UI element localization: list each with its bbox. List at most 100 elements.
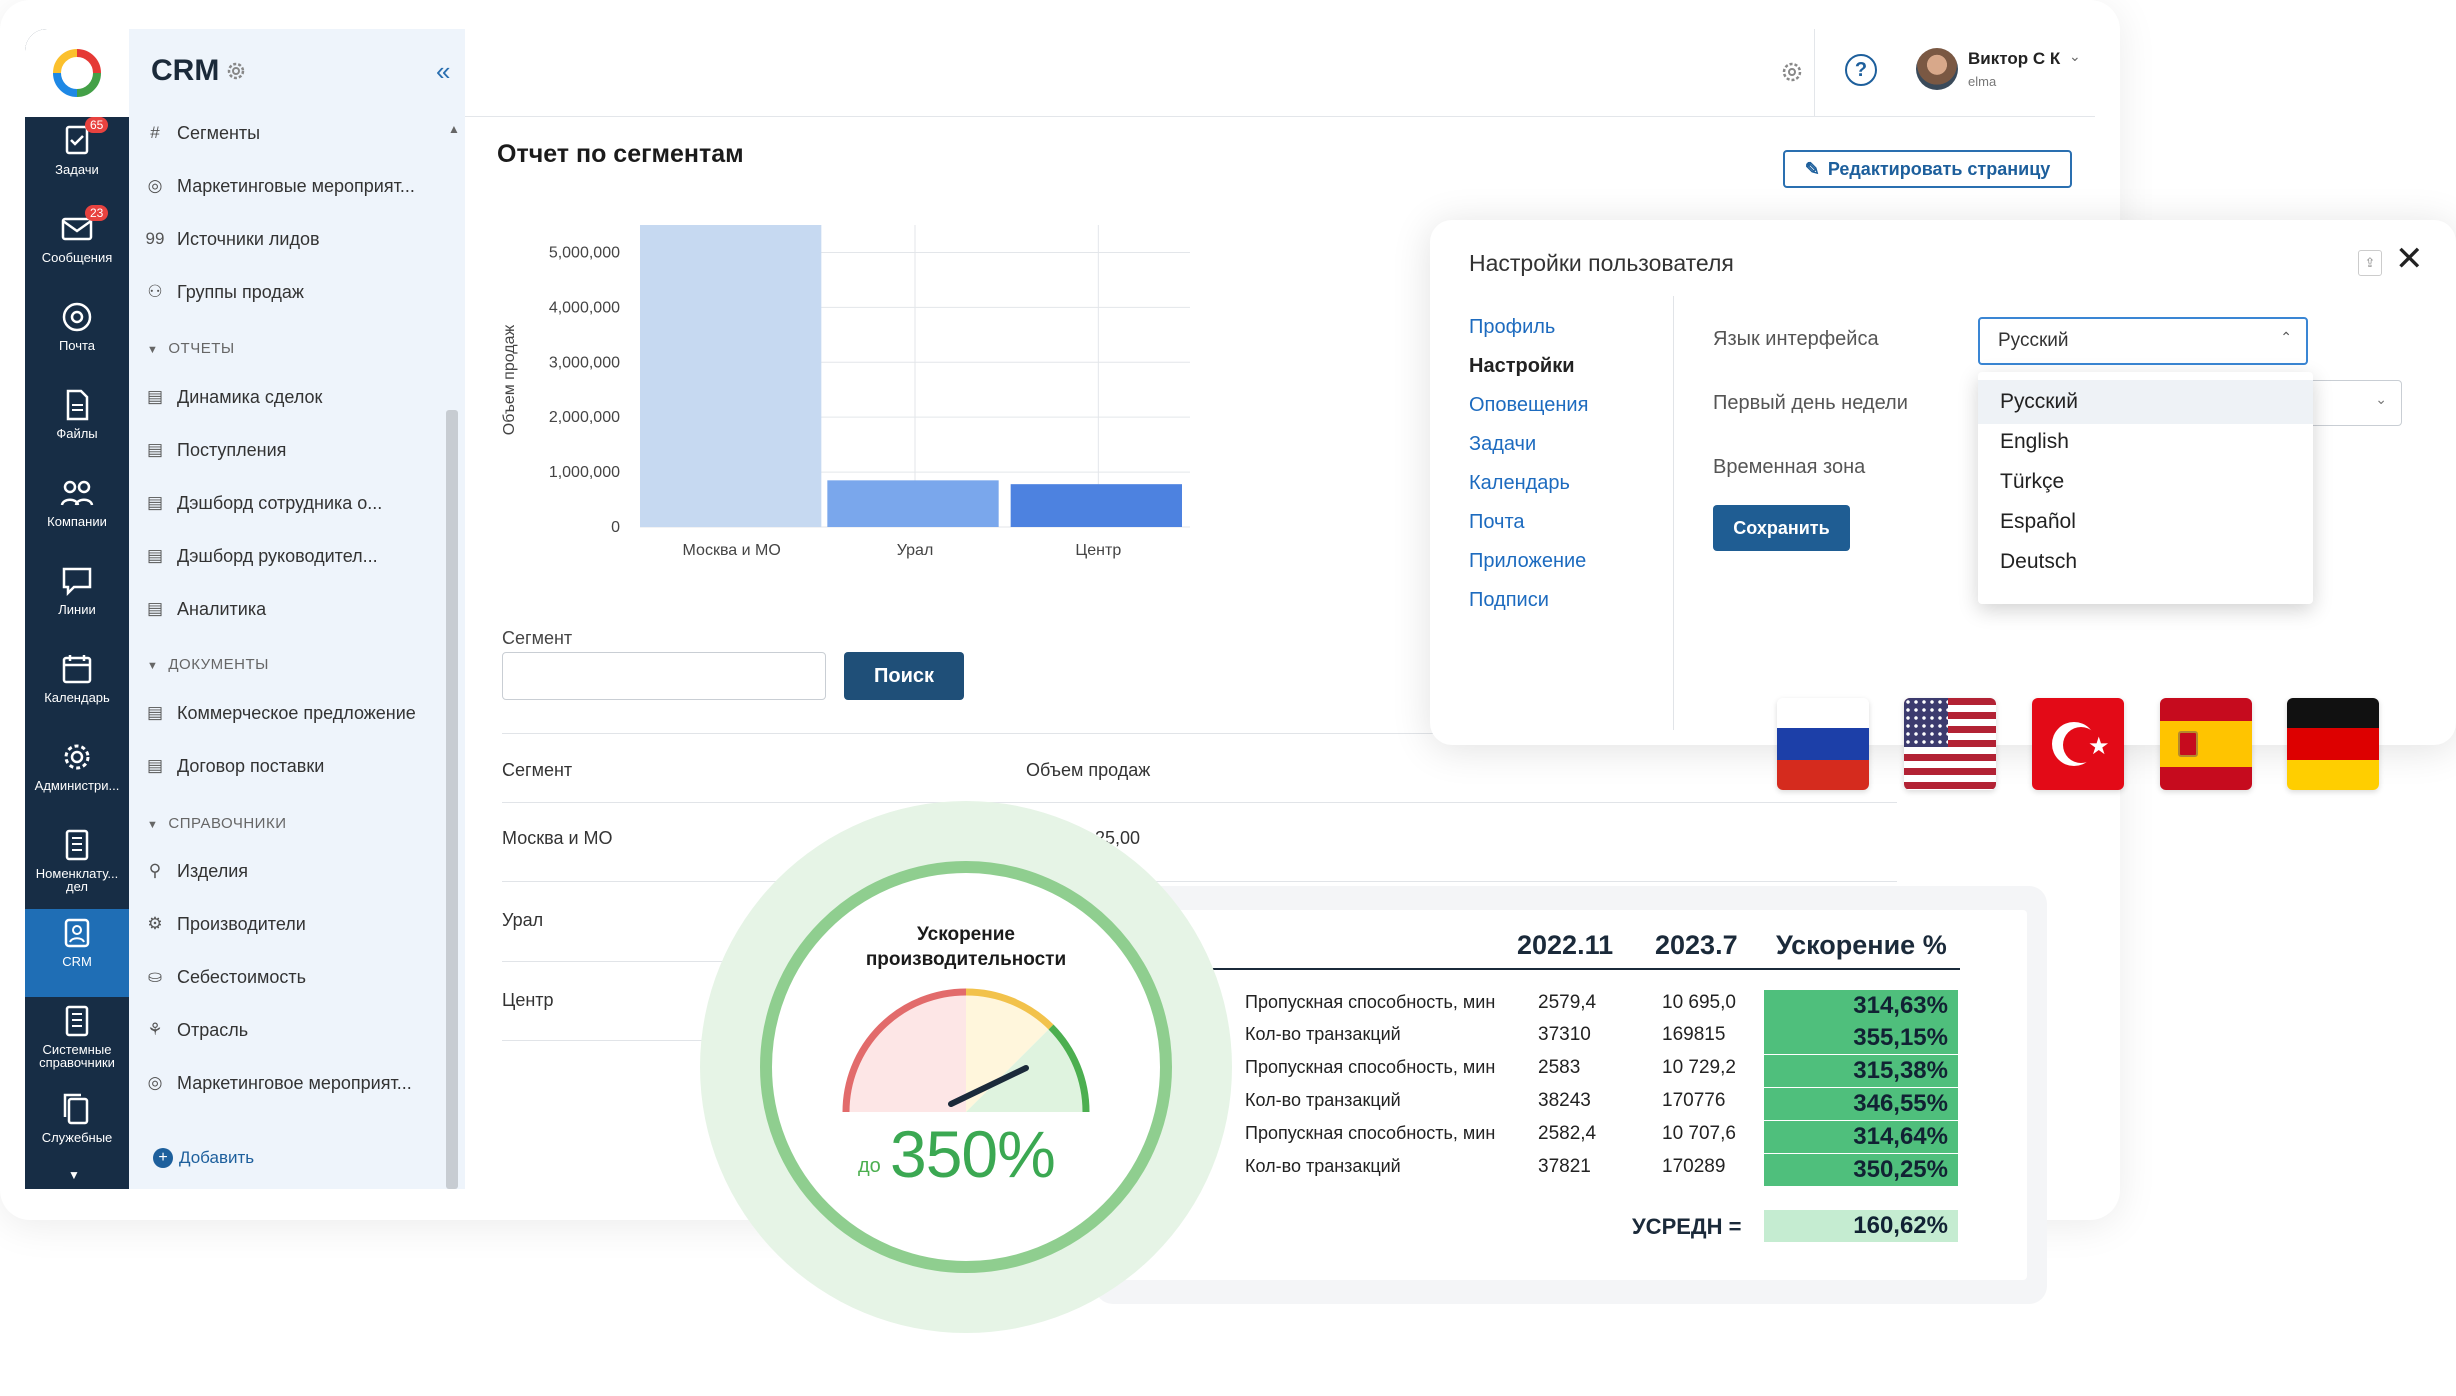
sidebar-item-0[interactable]: # Сегменты xyxy=(143,118,260,148)
user-name[interactable]: Виктор С К xyxy=(1968,49,2060,69)
search-button[interactable]: Поиск xyxy=(844,652,964,700)
settings-nav-3[interactable]: Задачи xyxy=(1469,433,1536,456)
rail-item-4[interactable]: Компании xyxy=(25,469,129,557)
sidebar-item-label: Дэшборд сотрудника о... xyxy=(177,492,383,513)
section-docs[interactable]: ▼ ДОКУМЕНТЫ xyxy=(147,656,269,673)
flag-us[interactable] xyxy=(1904,698,1996,790)
rail-item-5[interactable]: Линии xyxy=(25,557,129,645)
topbar-divider xyxy=(1814,29,1815,117)
sidebar-report-2[interactable]: ▤ Дэшборд сотрудника о... xyxy=(143,488,382,518)
sidebar-scrollbar[interactable] xyxy=(446,410,458,1189)
caret-down-icon: ▼ xyxy=(147,819,159,831)
rail-item-11[interactable]: Служебные xyxy=(25,1085,129,1173)
sidebar-item-icon: ⚲ xyxy=(148,861,162,880)
sidebar-item-icon: ◎ xyxy=(147,1073,163,1092)
sidebar-doc-0[interactable]: ▤ Коммерческое предложение xyxy=(143,698,416,728)
settings-nav-4[interactable]: Календарь xyxy=(1469,472,1570,495)
language-option-3[interactable]: Español xyxy=(2000,510,2076,534)
at-icon xyxy=(62,302,92,332)
rail-item-3[interactable]: Файлы xyxy=(25,381,129,469)
user-menu-chevron-icon[interactable]: ⌄ xyxy=(2069,48,2081,65)
language-option-2[interactable]: Türkçe xyxy=(2000,470,2064,494)
settings-nav-1[interactable]: Настройки xyxy=(1469,355,1575,378)
settings-nav-0[interactable]: Профиль xyxy=(1469,316,1555,339)
sidebar-report-3[interactable]: ▤ Дэшборд руководител... xyxy=(143,541,378,571)
settings-gear-icon[interactable] xyxy=(224,59,248,83)
perf-row-2023: 170289 xyxy=(1662,1156,1726,1177)
section-refs[interactable]: ▼ СПРАВОЧНИКИ xyxy=(147,815,287,832)
app-logo[interactable] xyxy=(25,29,129,117)
flag-es[interactable] xyxy=(2160,698,2252,790)
edit-page-label: Редактировать страницу xyxy=(1827,158,2051,179)
flag-tr[interactable]: ★ xyxy=(2032,698,2124,790)
table-cell-segment[interactable]: Центр xyxy=(502,990,554,1011)
pin-icon[interactable]: ⇪ xyxy=(2358,250,2382,276)
sidebar-report-0[interactable]: ▤ Динамика сделок xyxy=(143,382,322,412)
sidebar-doc-1[interactable]: ▤ Договор поставки xyxy=(143,751,324,781)
week-start-select[interactable]: ⌄ xyxy=(2300,380,2402,426)
chart-bar-1 xyxy=(827,480,999,527)
file-icon xyxy=(66,389,89,421)
chart-y-label: Объем продаж xyxy=(501,324,518,435)
timezone-label: Временная зона xyxy=(1713,456,1866,478)
rail-item-7[interactable]: Администри... xyxy=(25,733,129,821)
flag-de[interactable] xyxy=(2287,698,2379,790)
gear-icon xyxy=(64,744,90,770)
settings-nav-7[interactable]: Подписи xyxy=(1469,589,1549,612)
average-value: 160,62% xyxy=(1764,1210,1958,1242)
sidebar-item-label: Сегменты xyxy=(177,122,261,143)
sidebar-item-label: Маркетинговое мероприят... xyxy=(177,1072,412,1093)
sidebar-item-3[interactable]: ⚇ Группы продаж xyxy=(143,277,304,307)
scroll-up-icon[interactable]: ▲ xyxy=(448,122,460,136)
sidebar-ref-4[interactable]: ◎ Маркетинговое мероприят... xyxy=(143,1068,412,1098)
rail-item-8[interactable]: Номенклату... дел xyxy=(25,821,129,909)
sidebar-item-label: Себестоимость xyxy=(177,966,307,987)
table-header-segment: Сегмент xyxy=(502,760,573,780)
logo-icon xyxy=(53,49,101,97)
segment-input[interactable] xyxy=(502,652,826,700)
sidebar-item-2[interactable]: 99 Источники лидов xyxy=(143,224,320,254)
language-option-4[interactable]: Deutsch xyxy=(2000,550,2077,574)
language-select[interactable]: Русский ⌃ xyxy=(1978,317,2308,365)
rail-item-10[interactable]: Системные справочники xyxy=(25,997,129,1085)
save-button[interactable]: Сохранить xyxy=(1713,505,1850,551)
sidebar-ref-1[interactable]: ⚙ Производители xyxy=(143,909,305,939)
perf-row-pct: 350,25% xyxy=(1764,1154,1958,1186)
rail-item-0[interactable]: 65 Задачи xyxy=(25,117,129,205)
perf-row-pct: 314,64% xyxy=(1764,1121,1958,1153)
avatar[interactable] xyxy=(1916,48,1958,90)
perf-row-label: Пропускная способность, мин xyxy=(1245,1057,1496,1077)
sidebar-ref-3[interactable]: ⚘ Отрасль xyxy=(143,1015,248,1045)
language-option-0[interactable]: Русский xyxy=(2000,390,2078,414)
sidebar-report-4[interactable]: ▤ Аналитика xyxy=(143,594,266,624)
sidebar-item-label: Отрасль xyxy=(177,1019,249,1040)
settings-nav-2[interactable]: Оповещения xyxy=(1469,394,1588,417)
language-option-1[interactable]: English xyxy=(2000,430,2069,454)
rail-more-icon[interactable]: ▼ xyxy=(68,1168,80,1182)
add-button[interactable]: + Добавить xyxy=(153,1148,254,1168)
edit-page-button[interactable]: ✎ Редактировать страницу xyxy=(1783,150,2072,188)
rail-item-9[interactable]: CRM xyxy=(25,909,129,997)
sidebar-report-1[interactable]: ▤ Поступления xyxy=(143,435,286,465)
perf-row-2023: 10 695,0 xyxy=(1662,992,1736,1013)
settings-nav-6[interactable]: Приложение xyxy=(1469,550,1586,573)
sidebar-item-1[interactable]: ◎ Маркетинговые мероприят... xyxy=(143,171,415,201)
book-icon xyxy=(65,1005,89,1037)
rail-item-2[interactable]: Почта xyxy=(25,293,129,381)
chart-y-tick: 4,000,000 xyxy=(549,299,620,316)
flag-ru[interactable] xyxy=(1777,698,1869,790)
page-title: Отчет по сегментам xyxy=(497,140,744,168)
rail-item-1[interactable]: 23 Сообщения xyxy=(25,205,129,293)
section-reports[interactable]: ▼ ОТЧЕТЫ xyxy=(147,340,235,357)
table-cell-segment[interactable]: Урал xyxy=(502,910,543,931)
settings-nav-5[interactable]: Почта xyxy=(1469,511,1525,534)
help-icon[interactable]: ? xyxy=(1845,54,1877,86)
table-cell-segment[interactable]: Москва и МО xyxy=(502,828,613,849)
sidebar-ref-2[interactable]: ⛀ Себестоимость xyxy=(143,962,306,992)
sidebar-ref-0[interactable]: ⚲ Изделия xyxy=(143,856,248,886)
rail-item-6[interactable]: Календарь xyxy=(25,645,129,733)
rail-label: Календарь xyxy=(44,690,110,705)
settings-icon[interactable] xyxy=(1780,60,1804,84)
close-icon[interactable]: ✕ xyxy=(2395,242,2424,276)
collapse-sidebar-icon[interactable]: « xyxy=(436,56,450,87)
